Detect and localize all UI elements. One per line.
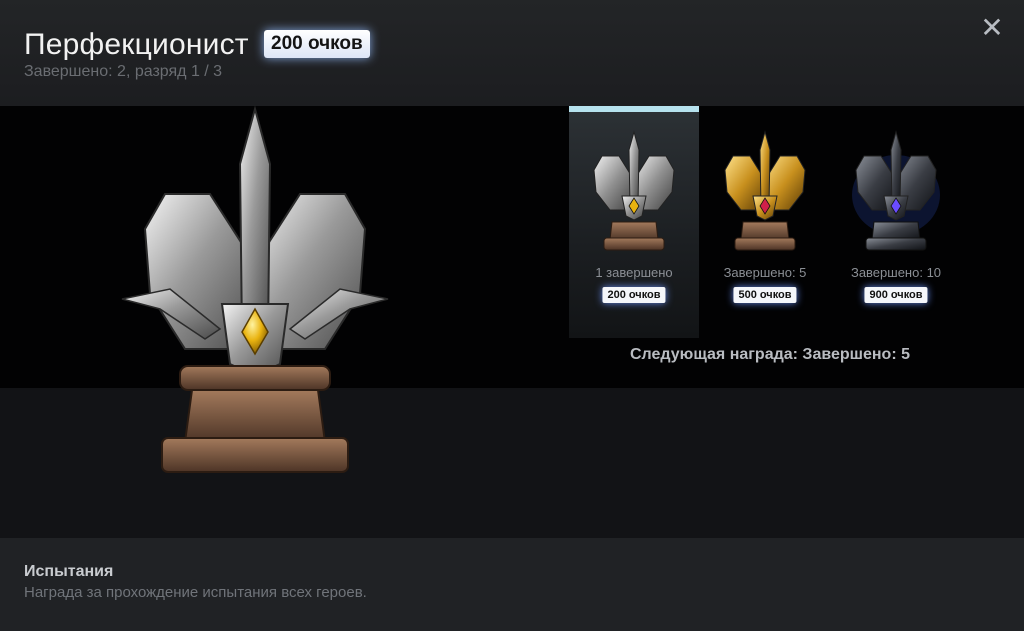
tier-points-badge: 500 очков <box>733 287 797 303</box>
tier-label: Завершено: 10 <box>850 265 942 280</box>
trophy-icon <box>852 130 940 251</box>
category-title: Испытания <box>24 563 114 580</box>
large-trophy-image <box>121 105 389 473</box>
tier-2-card[interactable]: Завершено: 5 500 очков <box>700 106 830 338</box>
next-reward-text: Следующая награда: Завершено: 5 <box>630 346 910 363</box>
progress-subtitle: Завершено: 2, разряд 1 / 3 <box>24 63 223 80</box>
tier-points-badge: 200 очков <box>602 287 666 303</box>
category-description: Награда за прохождение испытания всех ге… <box>24 584 367 601</box>
tier-3-card[interactable]: Завершено: 10 900 очков <box>831 106 961 338</box>
page-title: Перфекционист <box>24 28 249 61</box>
tier-label: Завершено: 5 <box>723 265 807 280</box>
tier-label: 1 завершено <box>595 265 673 280</box>
points-badge: 200 очков <box>264 30 370 58</box>
trophy-icon <box>593 130 675 251</box>
close-icon[interactable]: ✕ <box>980 14 1004 42</box>
trophy-icon <box>724 130 806 251</box>
tier-points-badge: 900 очков <box>864 287 928 303</box>
tier-1-card[interactable]: 1 завершено 200 очков <box>569 106 699 338</box>
